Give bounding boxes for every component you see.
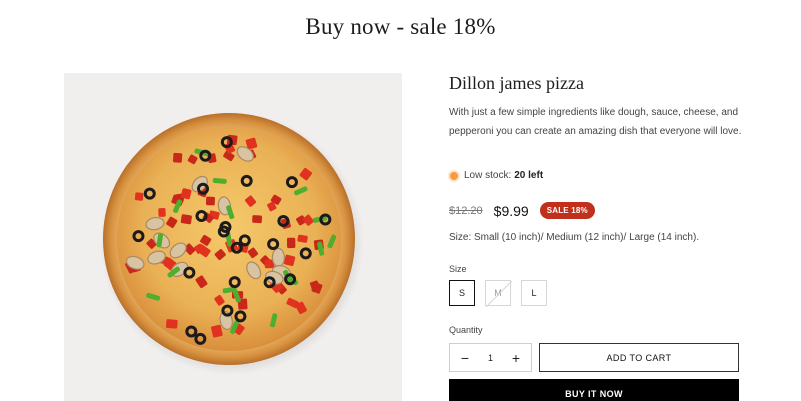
stock-count: 20 left <box>514 170 544 181</box>
size-option-label: S <box>458 288 465 298</box>
tomato-topping <box>180 214 192 225</box>
mushroom-topping <box>271 247 285 268</box>
tomato-topping <box>158 207 166 217</box>
size-option-l[interactable]: L <box>521 280 547 306</box>
stock-dot-icon <box>450 171 458 180</box>
tomato-topping <box>205 196 215 206</box>
sizes-note: Size: Small (10 inch)/ Medium (12 inch)/… <box>449 232 700 243</box>
size-option-m[interactable]: M <box>485 280 512 307</box>
sale-price: $9.99 <box>493 202 529 219</box>
size-label: Size <box>449 264 467 274</box>
size-option-label: L <box>531 288 537 298</box>
stock-indicator: Low stock: 20 left <box>449 170 543 181</box>
compare-price: $12.20 <box>449 204 483 217</box>
add-to-cart-button[interactable]: ADD TO CART <box>539 343 739 372</box>
price-row: $12.20 $9.99 SALE 18% <box>449 202 595 219</box>
quantity-stepper: − 1 + <box>449 343 532 372</box>
product-image <box>64 73 402 401</box>
section-heading: Buy now - sale 18% <box>305 14 496 39</box>
size-option-s[interactable]: S <box>449 280 475 306</box>
tomato-topping <box>165 319 178 329</box>
unavailable-strike-icon <box>486 281 512 307</box>
minus-icon[interactable]: − <box>458 351 472 365</box>
tomato-topping <box>286 237 296 249</box>
stock-label: Low stock: <box>464 170 512 181</box>
plus-icon[interactable]: + <box>509 351 523 365</box>
tomato-topping <box>172 152 183 163</box>
sale-badge: SALE 18% <box>539 202 595 219</box>
tomato-topping <box>252 215 263 224</box>
product-title: Dillon james pizza <box>449 73 584 93</box>
tomato-topping <box>134 192 144 201</box>
size-options: S M L <box>449 280 557 307</box>
pizza-image <box>100 111 364 375</box>
product-description: With just a few simple ingredients like … <box>449 107 742 137</box>
quantity-label: Quantity <box>449 325 483 335</box>
buy-now-button[interactable]: BUY IT NOW <box>449 379 739 401</box>
quantity-input[interactable]: 1 <box>488 353 493 363</box>
